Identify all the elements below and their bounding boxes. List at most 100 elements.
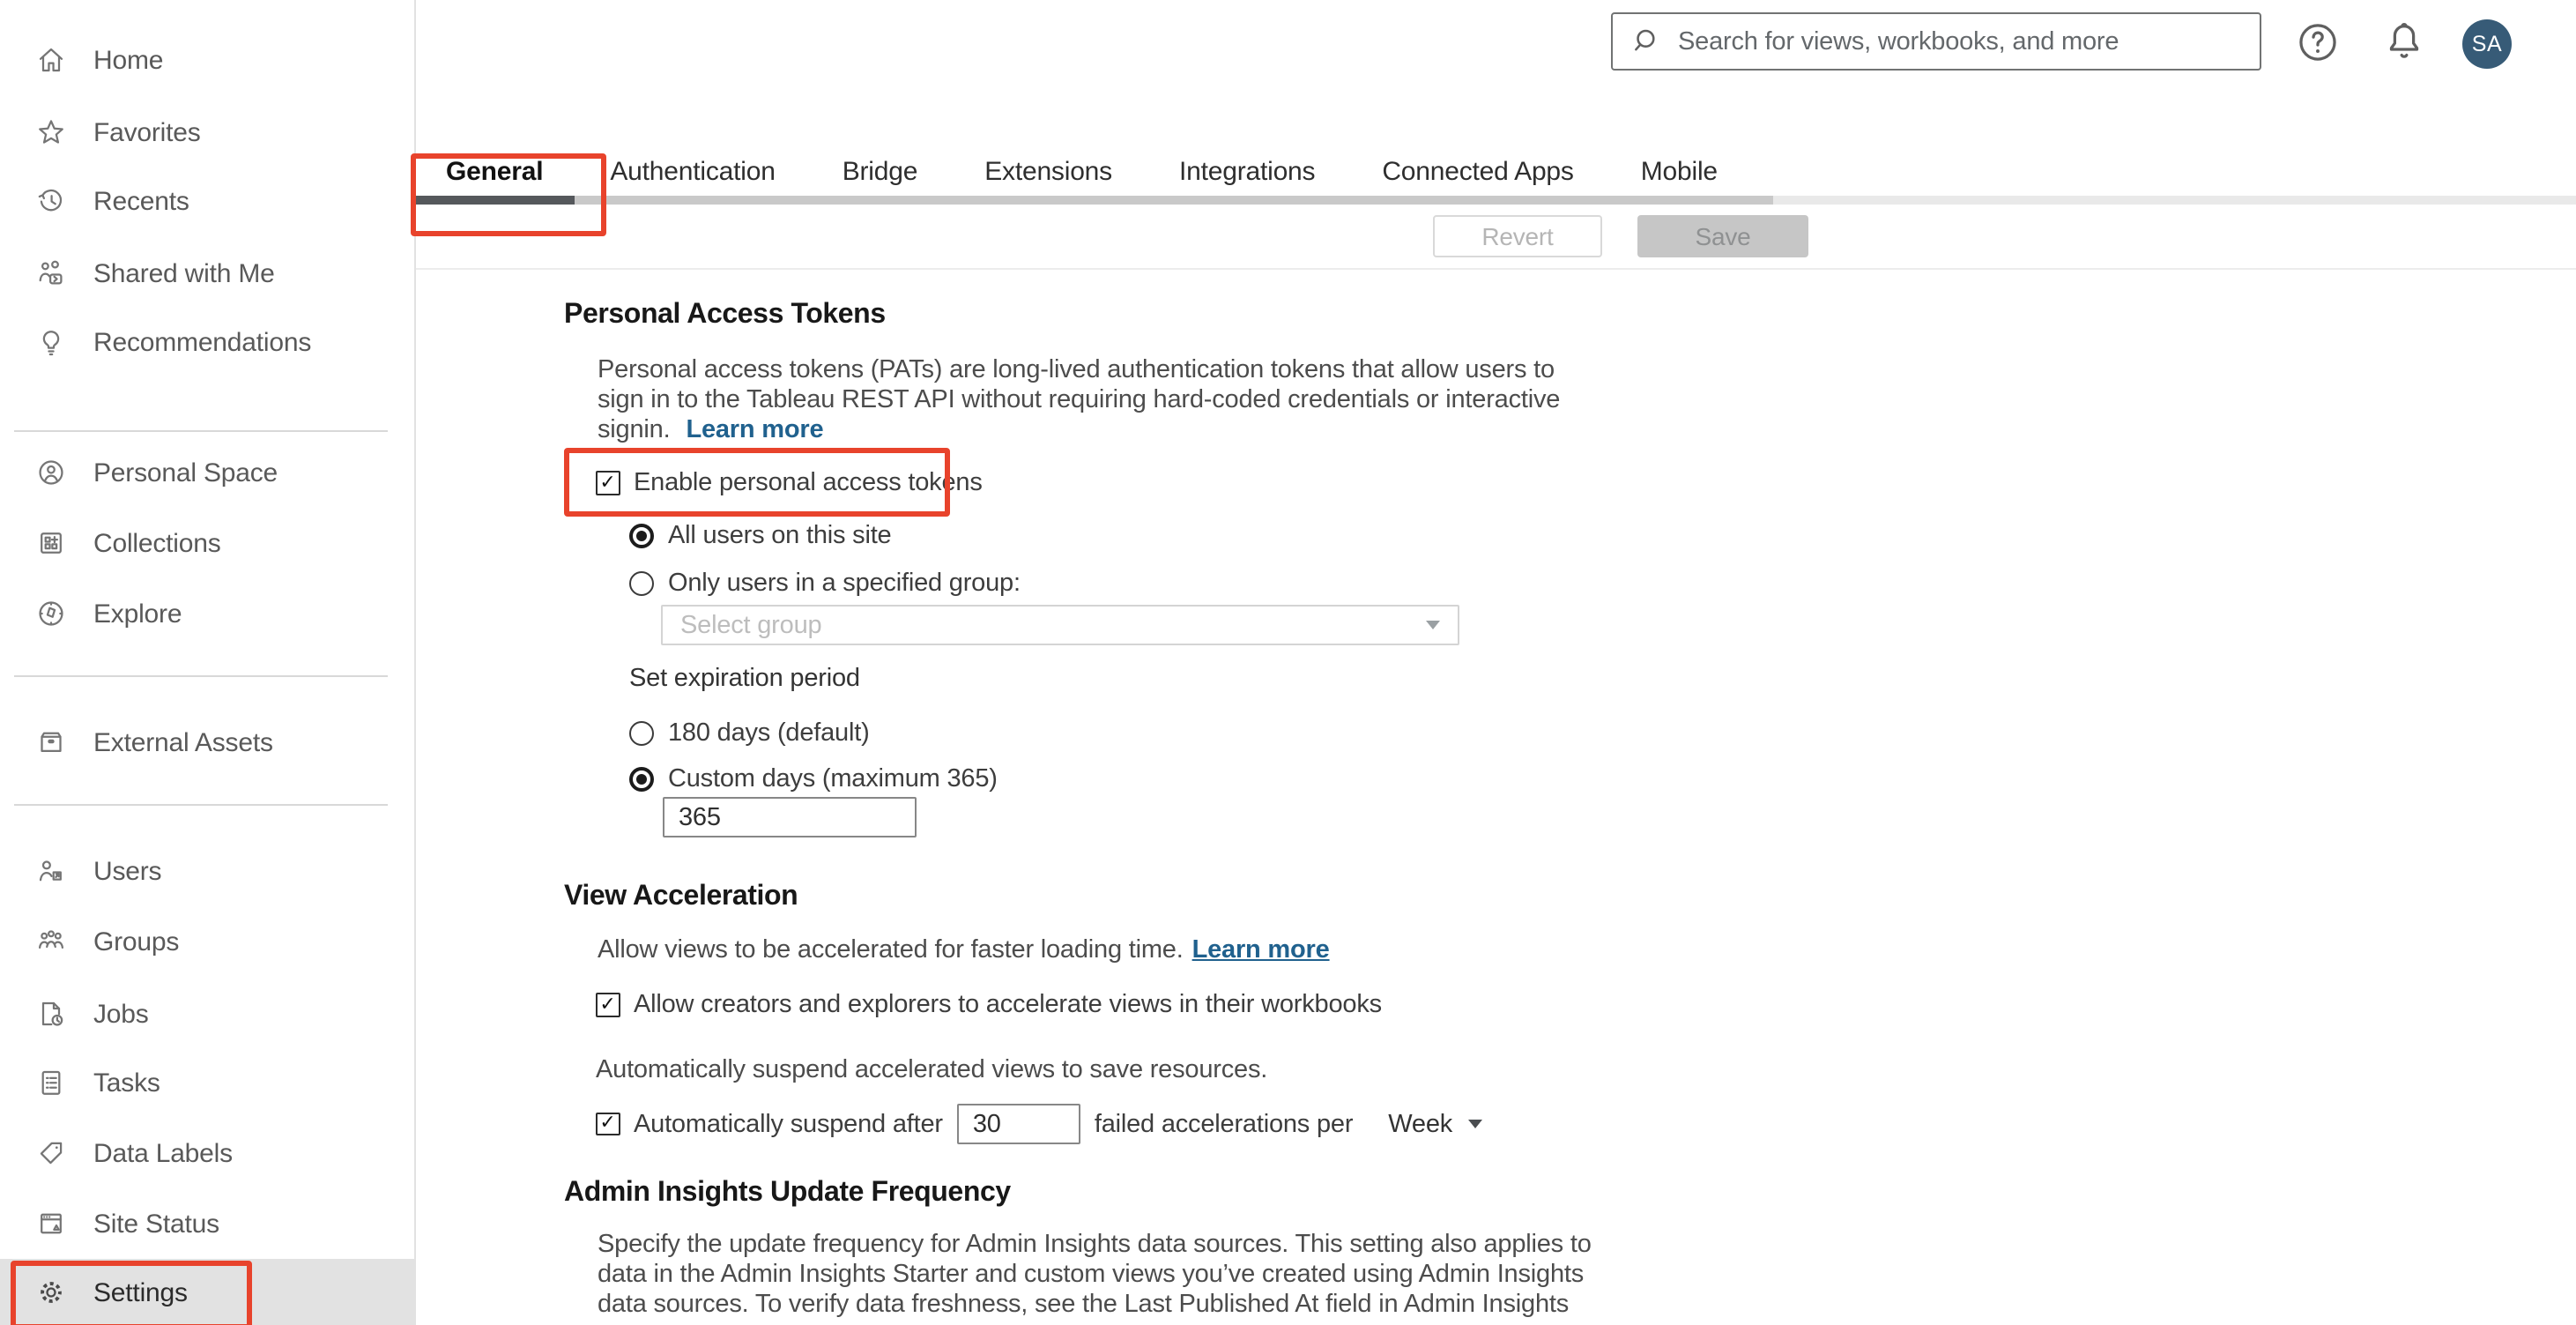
allow-acceleration-label: Allow creators and explorers to accelera… [634, 991, 1382, 1019]
tab-general[interactable]: General [446, 157, 544, 187]
shared-with-me-icon [35, 257, 67, 289]
checkbox-checked-icon[interactable]: ✓ [596, 471, 620, 495]
save-button[interactable]: Save [1637, 215, 1808, 257]
pat-scope-group-label: Only users in a specified group: [668, 569, 1021, 598]
sidebar-item-users[interactable]: Users [0, 836, 414, 906]
help-button[interactable] [2295, 19, 2341, 65]
sidebar-item-label: Settings [93, 1277, 188, 1307]
task-list-icon [35, 1067, 67, 1098]
document-clock-icon [35, 998, 67, 1030]
history-clock-icon [35, 185, 67, 217]
search-input[interactable] [1678, 27, 2242, 56]
suspend-note-row: Automatically suspend accelerated views … [596, 1056, 1267, 1084]
tab-underline-thumb [414, 196, 1773, 205]
revert-button[interactable]: Revert [1433, 215, 1602, 257]
expiration-180-row: 180 days (default) [629, 719, 870, 748]
tag-icon [35, 1137, 67, 1169]
site-status-window-icon [35, 1208, 67, 1239]
sidebar-item-tasks[interactable]: Tasks [0, 1047, 414, 1118]
sidebar-item-label: Jobs [93, 999, 149, 1029]
sidebar-item-shared-with-me[interactable]: Shared with Me [0, 238, 414, 309]
sidebar-item-personal-space[interactable]: Personal Space [0, 437, 414, 508]
gear-icon [35, 1277, 67, 1308]
sidebar-item-explore[interactable]: Explore [0, 578, 414, 649]
app-window: SA General Authentication Bridge Extensi… [0, 0, 2576, 1325]
radio-selected-icon[interactable] [629, 767, 654, 792]
person-circle-icon [35, 457, 67, 488]
sidebar-item-recents[interactable]: Recents [0, 166, 414, 236]
sidebar-divider [14, 430, 388, 432]
sidebar-item-label: Users [93, 856, 162, 886]
view-acceleration-section-title: View Acceleration [564, 882, 798, 912]
tab-authentication[interactable]: Authentication [610, 157, 776, 187]
header-separator [414, 268, 2576, 270]
suspend-note-label: Automatically suspend accelerated views … [596, 1056, 1268, 1084]
expiration-custom-row: Custom days (maximum 365) [629, 765, 998, 793]
failed-accelerations-input[interactable] [956, 1104, 1080, 1144]
settings-tabs: General Authentication Bridge Extensions… [446, 157, 1718, 187]
tableau-settings-page: SA General Authentication Bridge Extensi… [0, 0, 2576, 1325]
radio-unselected-icon[interactable] [629, 721, 654, 746]
sidebar-item-label: Personal Space [93, 458, 278, 488]
expiration-180-label: 180 days (default) [668, 719, 870, 748]
radio-selected-icon[interactable] [629, 524, 654, 548]
group-select-placeholder: Select group [680, 611, 822, 639]
tab-bridge[interactable]: Bridge [843, 157, 918, 187]
groups-icon [35, 926, 67, 957]
sidebar-item-site-status[interactable]: Site Status [0, 1188, 414, 1259]
view-acceleration-learn-more-link[interactable]: Learn more [1192, 936, 1330, 964]
sidebar-item-home[interactable]: Home [0, 25, 414, 95]
sidebar-item-label: Tasks [93, 1068, 160, 1098]
home-icon [35, 44, 67, 76]
sidebar-item-label: Collections [93, 528, 221, 558]
sidebar-item-recommendations[interactable]: Recommendations [0, 307, 414, 377]
sidebar-item-groups[interactable]: Groups [0, 906, 414, 977]
sidebar-item-label: Recents [93, 186, 189, 216]
chevron-down-icon [1468, 1120, 1483, 1128]
sidebar-item-label: Home [93, 45, 164, 75]
drawer-box-icon [35, 726, 67, 758]
sidebar-item-label: Explore [93, 599, 182, 629]
sidebar-item-label: Data Labels [93, 1138, 233, 1168]
auto-suspend-row: ✓ Automatically suspend after failed acc… [596, 1102, 1483, 1146]
admin-insights-section-title: Admin Insights Update Frequency [564, 1178, 1011, 1208]
avatar[interactable]: SA [2462, 19, 2512, 69]
custom-days-input[interactable] [663, 797, 917, 837]
sidebar-item-jobs[interactable]: Jobs [0, 979, 414, 1049]
tab-extensions[interactable]: Extensions [984, 157, 1112, 187]
sidebar-item-label: Shared with Me [93, 258, 275, 288]
checkbox-checked-icon[interactable]: ✓ [596, 1112, 620, 1136]
expiration-period-label-row: Set expiration period [629, 665, 860, 693]
active-tab-indicator [416, 196, 575, 205]
star-icon [35, 116, 67, 148]
search-icon [1630, 25, 1664, 58]
view-acceleration-description: Allow views to be accelerated for faster… [598, 936, 1330, 966]
tab-integrations[interactable]: Integrations [1179, 157, 1316, 187]
pat-section-title: Personal Access Tokens [564, 300, 886, 330]
sidebar-item-label: Site Status [93, 1209, 219, 1239]
enable-pat-label: Enable personal access tokens [634, 469, 983, 497]
pat-learn-more-link[interactable]: Learn more [686, 416, 823, 444]
collections-grid-icon [35, 527, 67, 559]
checkbox-checked-icon[interactable]: ✓ [596, 993, 620, 1017]
sidebar-item-label: Recommendations [93, 327, 312, 357]
tab-connected-apps[interactable]: Connected Apps [1382, 157, 1574, 187]
lightbulb-icon [35, 326, 67, 358]
tab-mobile[interactable]: Mobile [1641, 157, 1718, 187]
notifications-bell-icon[interactable] [2381, 19, 2427, 65]
enable-pat-row: ✓ Enable personal access tokens [596, 469, 983, 497]
group-select-dropdown[interactable]: Select group [661, 605, 1459, 645]
sidebar-item-settings[interactable]: Settings [0, 1259, 414, 1325]
suspend-period-dropdown[interactable]: Week [1388, 1110, 1483, 1138]
admin-insights-description: Specify the update frequency for Admin I… [598, 1231, 1592, 1319]
sidebar-item-external-assets[interactable]: External Assets [0, 707, 414, 778]
tab-underline-track [414, 196, 2576, 205]
sidebar-item-data-labels[interactable]: Data Labels [0, 1118, 414, 1188]
radio-unselected-icon[interactable] [629, 571, 654, 596]
expiration-period-label: Set expiration period [629, 665, 860, 693]
sidebar-item-favorites[interactable]: Favorites [0, 97, 414, 167]
sidebar-item-collections[interactable]: Collections [0, 508, 414, 578]
users-icon [35, 855, 67, 887]
auto-suspend-label: Automatically suspend after [634, 1110, 943, 1138]
pat-description: Personal access tokens (PATs) are long-l… [598, 356, 1560, 446]
